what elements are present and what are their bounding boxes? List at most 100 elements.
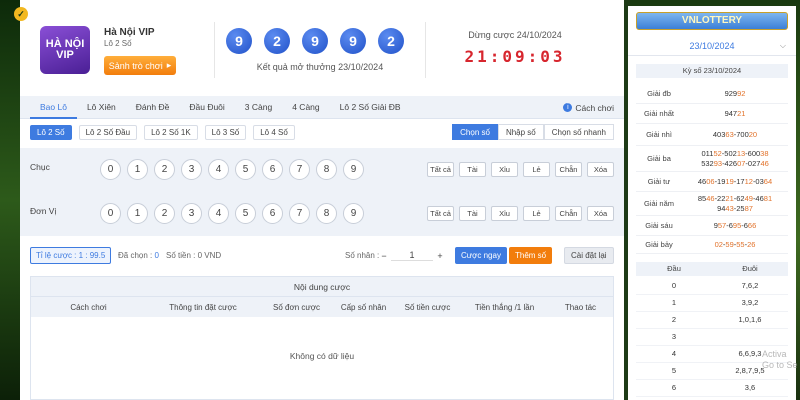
prize-digits: 02 xyxy=(714,239,723,249)
select-odd-button[interactable]: Lẻ xyxy=(523,206,550,221)
subtype-lo-4-so[interactable]: Lô 4 Số xyxy=(253,125,295,140)
decrement-button[interactable]: − xyxy=(377,251,391,261)
digit-button[interactable]: 1 xyxy=(127,159,148,180)
mode-quick-pick[interactable]: Chọn số nhanh xyxy=(543,124,614,140)
select-even-button[interactable]: Chẵn xyxy=(555,162,582,177)
prize-digits: 81 xyxy=(763,193,773,203)
tab-lo-2-so-giai-db[interactable]: Lô 2 Số Giải ĐB xyxy=(330,96,411,119)
select-big-button[interactable]: Tài xyxy=(459,206,486,221)
tab-danh-de[interactable]: Đánh Đề xyxy=(126,96,180,119)
prize-row: Giải nhất 94721 xyxy=(636,104,788,124)
tab-3-cang[interactable]: 3 Càng xyxy=(235,96,282,119)
digit-button[interactable]: 9 xyxy=(343,159,364,180)
mode-enter-number[interactable]: Nhập số xyxy=(497,124,544,140)
multiplier-input[interactable]: 1 xyxy=(391,250,433,261)
subtype-lo-2-so-dau[interactable]: Lô 2 Số Đầu xyxy=(78,125,138,140)
prize-digits: -19 xyxy=(714,176,726,186)
tab-4-cang[interactable]: 4 Càng xyxy=(282,96,329,119)
digit-button[interactable]: 0 xyxy=(100,159,121,180)
prize-digits: -600 xyxy=(745,148,761,158)
prize-label: Giải bảy xyxy=(645,240,673,249)
select-odd-button[interactable]: Lẻ xyxy=(523,162,550,177)
bet-now-button[interactable]: Cược ngay xyxy=(455,247,507,264)
date-select[interactable]: 23/10/2024 ⌵ xyxy=(628,36,796,56)
quick-select-group: Tất cả Tài Xỉu Lẻ Chẵn Xóa xyxy=(427,206,614,221)
game-header: HÀ NỘI VIP Hà Nội VIP Lô 2 Số Sảnh trò c… xyxy=(20,0,624,96)
divider xyxy=(214,22,215,78)
prize-digits: 011 xyxy=(701,148,714,158)
clear-button[interactable]: Xóa xyxy=(587,162,614,177)
digit-button[interactable]: 8 xyxy=(316,203,337,224)
head-digit: 1 xyxy=(671,298,677,307)
add-number-button[interactable]: Thêm số xyxy=(509,247,553,264)
prize-label: Giải ba xyxy=(647,154,671,163)
bet-bar: Tỉ lệ cược : 1 : 99.5 Đã chọn : 0 Số tiề… xyxy=(20,242,624,270)
money-label: Số tiền xyxy=(166,251,191,260)
prize-label: Giải tư xyxy=(647,177,671,186)
tab-bao-lo[interactable]: Bao Lô xyxy=(30,96,77,119)
digit-button[interactable]: 6 xyxy=(262,203,283,224)
tail-digits: 1,0,1,6 xyxy=(738,315,762,324)
prize-digits: -46 xyxy=(752,193,764,203)
digit-button[interactable]: 4 xyxy=(208,159,229,180)
select-big-button[interactable]: Tài xyxy=(459,162,486,177)
column-header: Tiền thắng /1 lần xyxy=(474,302,535,312)
increment-button[interactable]: + xyxy=(433,251,447,261)
digit-button[interactable]: 1 xyxy=(127,203,148,224)
digit-button[interactable]: 7 xyxy=(289,203,310,224)
digit-button[interactable]: 6 xyxy=(262,159,283,180)
select-small-button[interactable]: Xỉu xyxy=(491,206,518,221)
mode-pick-number[interactable]: Chọn số xyxy=(452,124,498,140)
prize-digits: -6 xyxy=(741,220,748,230)
quick-select-group: Tất cả Tài Xỉu Lẻ Chẵn Xóa xyxy=(427,162,614,177)
prize-value: 957-695-666 xyxy=(682,221,788,231)
subtype-lo-3-so[interactable]: Lô 3 Số xyxy=(204,125,247,140)
select-all-button[interactable]: Tất cả xyxy=(427,206,454,221)
digit-button[interactable]: 2 xyxy=(154,159,175,180)
prize-row: Giải nhì 40363-70020 xyxy=(636,124,788,146)
prize-digits: 26 xyxy=(747,239,756,249)
site-brand[interactable]: ✓ TK88TOP1 xyxy=(14,6,86,22)
prize-digits: 59 xyxy=(725,239,734,249)
prize-value: 01152-50213-60038 53293-42607-02746 xyxy=(682,149,788,169)
tab-dau-duoi[interactable]: Đầu Đuôi xyxy=(179,96,234,119)
subtype-lo-2-so[interactable]: Lô 2 Số xyxy=(30,125,72,140)
select-small-button[interactable]: Xỉu xyxy=(491,162,518,177)
digit-button[interactable]: 3 xyxy=(181,203,202,224)
prize-digits: -027 xyxy=(745,158,761,168)
prize-digits: 93 xyxy=(713,158,723,168)
prize-digits: 21 xyxy=(737,108,746,118)
column-header: Đuôi xyxy=(742,264,758,273)
digit-button[interactable]: 7 xyxy=(289,159,310,180)
digit-button[interactable]: 8 xyxy=(316,159,337,180)
clear-button[interactable]: Xóa xyxy=(587,206,614,221)
prize-label: Giải năm xyxy=(643,199,674,208)
digit-button[interactable]: 9 xyxy=(343,203,364,224)
vnlottery-logo: VNLOTTERY xyxy=(636,12,788,30)
prize-row: Giải đb 92992 xyxy=(636,84,788,104)
prize-digits: 87 xyxy=(744,203,753,213)
pick-row-label: Chục xyxy=(30,162,50,172)
digit-button[interactable]: 5 xyxy=(235,203,256,224)
subtype-lo-2-so-1k[interactable]: Lô 2 Số 1K xyxy=(144,125,198,140)
digit-button[interactable]: 2 xyxy=(154,203,175,224)
digit-button[interactable]: 4 xyxy=(208,203,229,224)
digit-button[interactable]: 3 xyxy=(181,159,202,180)
digit-button[interactable]: 5 xyxy=(235,159,256,180)
how-to-play-link[interactable]: i Cách chơi xyxy=(563,96,614,119)
prize-row: Giải ba 01152-50213-60038 53293-42607-0274… xyxy=(636,146,788,172)
lobby-button[interactable]: Sảnh trò chơi ▸ xyxy=(104,56,176,75)
prize-label: Giải nhì xyxy=(646,130,672,139)
chosen-value: 0 xyxy=(154,251,159,260)
column-header: Đầu xyxy=(667,264,681,273)
reset-button[interactable]: Cài đặt lại xyxy=(564,247,614,264)
digit-group: 0 1 2 3 4 5 6 7 8 9 xyxy=(100,159,364,180)
prize-digits: 403 xyxy=(712,129,726,139)
chosen-count: Đã chọn : 0 xyxy=(118,251,159,260)
tab-lo-xien[interactable]: Lô Xiên xyxy=(77,96,126,119)
select-even-button[interactable]: Chẵn xyxy=(555,206,582,221)
digit-button[interactable]: 0 xyxy=(100,203,121,224)
pick-row-tens: Chục 0 1 2 3 4 5 6 7 8 9 Tất cả Tài Xỉu … xyxy=(20,148,624,192)
prize-digits: 66 xyxy=(747,220,757,230)
select-all-button[interactable]: Tất cả xyxy=(427,162,454,177)
